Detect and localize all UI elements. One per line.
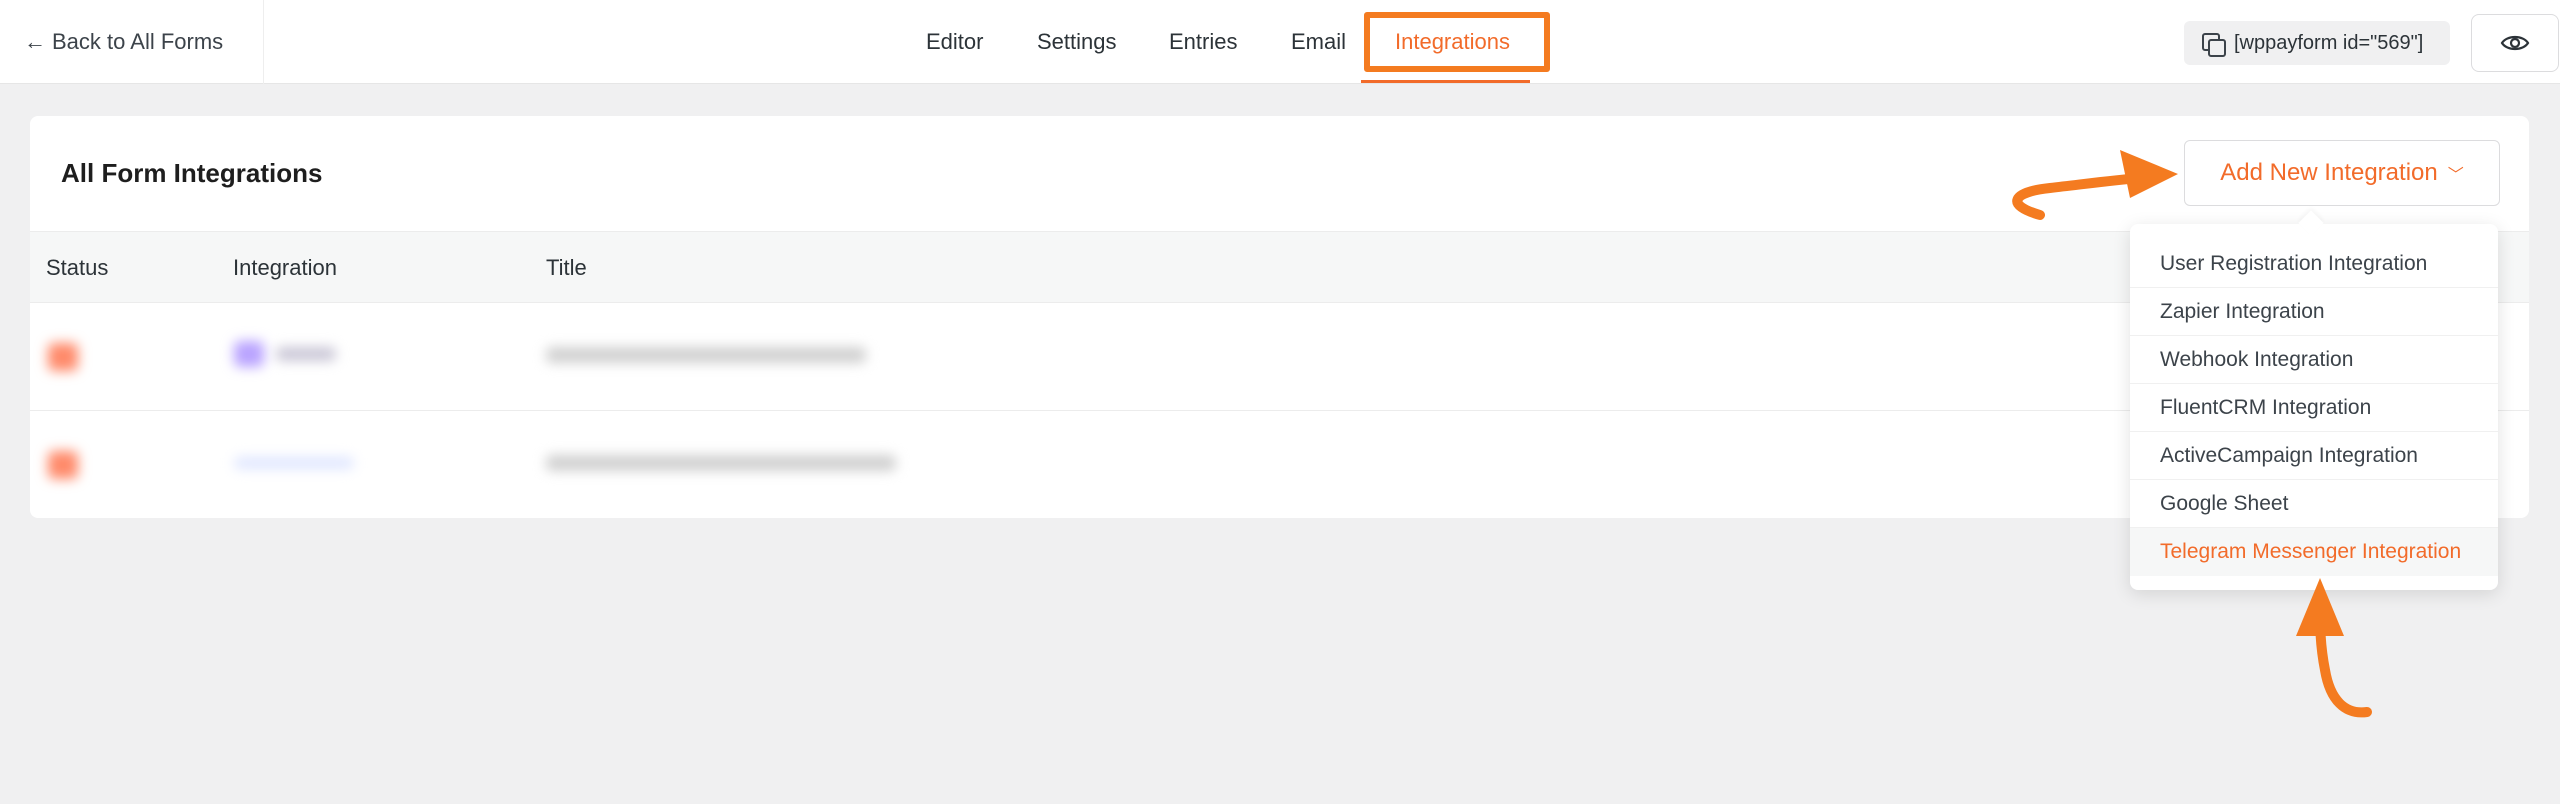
annotation-arrowhead-up [2296,578,2344,636]
annotation-arrows [2012,150,2372,718]
annotation-arrow-right [2012,173,2145,220]
annotation-arrowhead-right [2120,150,2178,198]
